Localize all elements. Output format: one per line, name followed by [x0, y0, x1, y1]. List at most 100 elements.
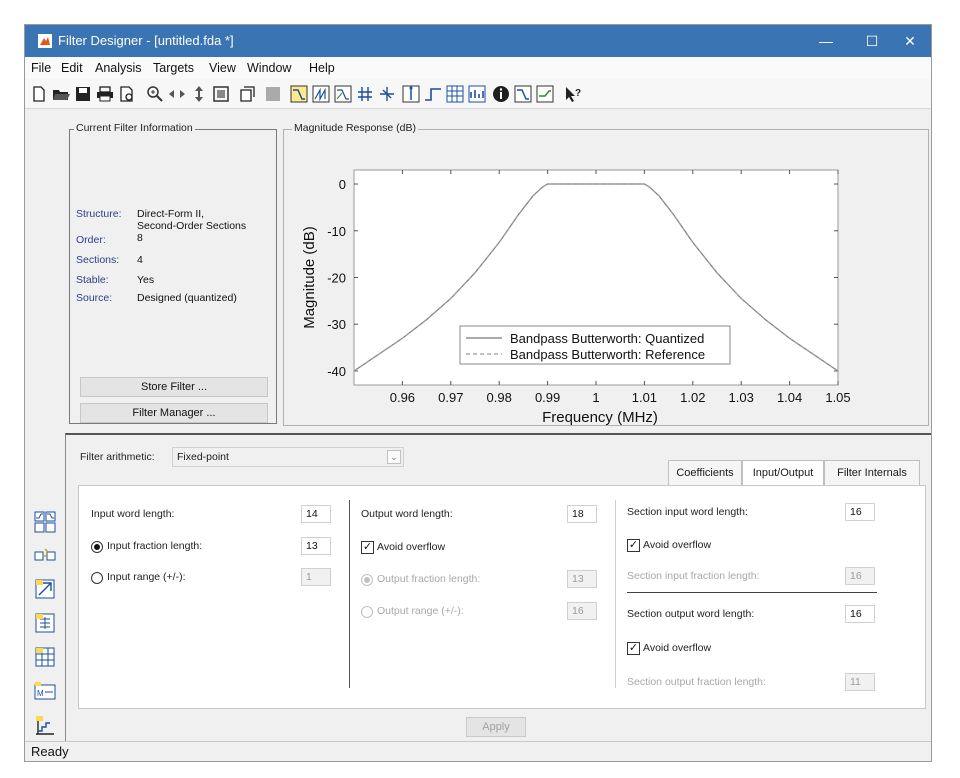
zoom-in-icon[interactable] [145, 84, 165, 104]
help-icon[interactable]: ? [563, 84, 583, 104]
matlab-app-icon [38, 34, 52, 48]
apply-button[interactable]: Apply [466, 717, 526, 737]
design-filter-icon[interactable] [263, 84, 283, 104]
section-input-avoid-overflow-label: Avoid overflow [643, 539, 712, 551]
y-tick-label: -20 [327, 271, 346, 286]
menu-bar: File Edit Analysis Targets View Window H… [25, 57, 931, 79]
y-tick-label: -10 [327, 224, 346, 239]
close-button[interactable]: ✕ [887, 25, 931, 57]
save-icon[interactable] [73, 84, 93, 104]
open-icon[interactable] [51, 84, 71, 104]
x-tick-label: 0.98 [487, 390, 512, 405]
magnitude-response-panel: Magnitude Response (dB) 0.96 0.97 0.98 0.99… [283, 122, 929, 426]
x-tick-label: 1.02 [680, 390, 705, 405]
tab-input-output[interactable]: Input/Output [742, 460, 824, 486]
input-output-tab-content: Input word length: 14 Input fraction len… [78, 485, 926, 709]
filter-arithmetic-area: Filter arithmetic: Fixed-point ⌄ Coeffic… [65, 433, 931, 741]
svg-text:?: ? [575, 88, 581, 99]
output-word-length-field[interactable]: 18 [567, 505, 597, 523]
pole-zero-editor-icon[interactable] [33, 645, 57, 669]
menu-view[interactable]: View [209, 61, 236, 75]
y-axis-label: Magnitude (dB) [301, 226, 318, 329]
input-fraction-length-field[interactable]: 13 [301, 537, 331, 555]
menu-targets[interactable]: Targets [153, 61, 194, 75]
zoom-out-icon[interactable] [167, 84, 187, 104]
quantization-icon[interactable] [33, 713, 57, 737]
bandpass-design-icon[interactable] [33, 510, 57, 534]
section-input-fraction-length-field[interactable]: 16 [845, 567, 875, 585]
x-tick-label: 1.04 [777, 390, 802, 405]
output-word-length-label: Output word length: [361, 508, 453, 520]
step-response-icon[interactable] [423, 84, 443, 104]
input-range-field[interactable]: 1 [301, 568, 331, 586]
coefficients-icon[interactable] [467, 84, 487, 104]
menu-file[interactable]: File [31, 61, 51, 75]
realize-model-icon[interactable] [33, 611, 57, 635]
section-output-avoid-overflow-checkbox[interactable]: ✓ [627, 642, 640, 655]
impulse-response-icon[interactable] [401, 84, 421, 104]
filter-coefficients-icon[interactable] [513, 84, 533, 104]
current-filter-info-panel: Current Filter Information Structure: Di… [69, 122, 277, 424]
section-output-word-length-field[interactable]: 16 [845, 605, 875, 623]
magnitude-response-icon[interactable] [289, 84, 309, 104]
design-sidebar: M [25, 433, 65, 741]
section-input-avoid-overflow-checkbox[interactable]: ✓ [627, 539, 640, 552]
filter-manager-button[interactable]: Filter Manager ... [80, 403, 268, 423]
x-tick-label: 1.03 [729, 390, 754, 405]
chevron-down-icon: ⌄ [387, 450, 401, 464]
pole-zero-icon[interactable] [445, 84, 465, 104]
structure-key: Structure: [76, 208, 122, 220]
store-filter-button[interactable]: Store Filter ... [80, 377, 268, 397]
tab-coefficients[interactable]: Coefficients [668, 460, 742, 486]
input-range-radio[interactable] [91, 572, 103, 584]
output-range-field[interactable]: 16 [567, 602, 597, 620]
menu-edit[interactable]: Edit [61, 61, 83, 75]
group-delay-icon[interactable] [355, 84, 375, 104]
section-input-word-length-label: Section input word length: [627, 506, 748, 518]
section-output-fraction-length-field[interactable]: 11 [845, 673, 875, 691]
order-value: 8 [137, 232, 143, 244]
order-key: Order: [76, 234, 106, 246]
output-avoid-overflow-label: Avoid overflow [377, 541, 446, 553]
source-value: Designed (quantized) [137, 292, 237, 304]
phase-response-icon[interactable] [311, 84, 331, 104]
phase-delay-icon[interactable] [377, 84, 397, 104]
sections-value: 4 [137, 254, 143, 266]
section-input-fraction-length-label: Section input fraction length: [627, 570, 760, 582]
x-tick-label: 1.01 [632, 390, 657, 405]
output-avoid-overflow-checkbox[interactable]: ✓ [361, 541, 374, 554]
input-word-length-field[interactable]: 14 [301, 505, 331, 523]
info-icon[interactable] [491, 84, 511, 104]
cost-icon[interactable] [535, 84, 555, 104]
transform-icon[interactable] [33, 543, 57, 567]
output-fraction-length-radio[interactable] [361, 574, 373, 586]
title-bar: Filter Designer - [untitled.fda *] — ☐ ✕ [25, 25, 931, 57]
stable-key: Stable: [76, 274, 109, 286]
print-icon[interactable] [95, 84, 115, 104]
menu-window[interactable]: Window [247, 61, 291, 75]
full-view-icon[interactable] [211, 84, 231, 104]
magnitude-response-chart: 0.96 0.97 0.98 0.99 1 1.01 1.02 1.03 1.04 1.05 0 -1… [301, 169, 851, 425]
legend-entry: Bandpass Butterworth: Quantized [510, 331, 704, 346]
print-preview-icon[interactable] [117, 84, 137, 104]
multirate-icon[interactable]: M [33, 679, 57, 703]
full-view-display-icon[interactable] [237, 84, 257, 104]
import-icon[interactable] [33, 577, 57, 601]
section-input-word-length-field[interactable]: 16 [845, 503, 875, 521]
output-fraction-length-field[interactable]: 13 [567, 570, 597, 588]
tab-filter-internals[interactable]: Filter Internals [824, 460, 920, 486]
filter-arithmetic-value: Fixed-point [177, 451, 229, 463]
input-fraction-length-radio[interactable] [91, 541, 103, 553]
minimize-button[interactable]: — [803, 25, 849, 57]
window-title: Filter Designer - [untitled.fda *] [58, 33, 234, 48]
structure-value-2: Second-Order Sections [137, 220, 247, 232]
output-range-label: Output range (+/-): [377, 605, 464, 617]
output-fraction-length-label: Output fraction length: [377, 573, 481, 585]
mag-phase-icon[interactable] [333, 84, 353, 104]
output-range-radio[interactable] [361, 606, 373, 618]
menu-help[interactable]: Help [309, 61, 335, 75]
new-icon[interactable] [29, 84, 49, 104]
menu-analysis[interactable]: Analysis [95, 61, 142, 75]
zoom-x-icon[interactable] [189, 84, 209, 104]
filter-arithmetic-dropdown[interactable]: Fixed-point ⌄ [172, 447, 404, 467]
